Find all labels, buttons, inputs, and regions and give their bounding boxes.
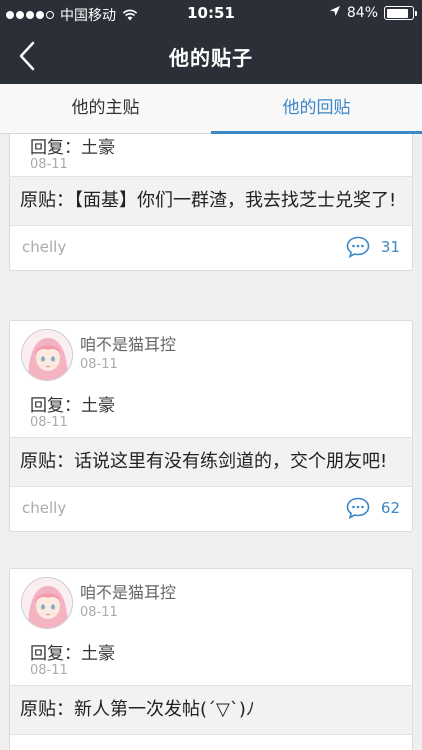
battery-percent: 84% [346,5,378,21]
reply-card[interactable]: 咱不是猫耳控 08-11 回复：土豪 08-11 原贴：新人第一次发帖(´▽`)… [9,568,413,750]
avatar[interactable] [21,577,73,629]
card-header: 咱不是猫耳控 08-11 [10,321,412,385]
reply-card[interactable]: 咱不是猫耳控 08-11 回复：土豪 08-11 原贴：话说这里有没有练剑道的，… [9,320,413,532]
forum-name[interactable]: chelly [22,499,66,517]
nav-bar: 他的贴子 [0,28,422,84]
reply-date: 08-11 [30,415,68,430]
original-post-quote[interactable]: 原贴：话说这里有没有练剑道的，交个朋友吧! [10,437,412,487]
reply-block: 回复：土豪 08-11 [10,633,412,685]
reply-date: 08-11 [30,663,68,678]
page-title: 他的贴子 [169,46,253,70]
post-date: 08-11 [80,357,118,372]
card-footer: chelly 62 [10,487,412,531]
tab-bar: 他的主贴 他的回贴 [0,84,422,134]
post-feed[interactable]: 回复：土豪 08-11 原贴：【面基】你们一群渣，我去找芝士兑奖了! chell… [0,134,422,750]
comment-icon[interactable] [346,497,370,519]
tab-main-posts[interactable]: 他的主贴 [0,84,211,133]
battery-icon [384,6,417,20]
tab-replies[interactable]: 他的回贴 [211,84,422,134]
original-post-quote[interactable]: 原贴：新人第一次发帖(´▽`)ﾉ [10,685,412,735]
post-date: 08-11 [80,605,118,620]
battery-fill [386,8,408,18]
comment-icon[interactable] [346,236,370,258]
original-post-quote[interactable]: 原贴：【面基】你们一群渣，我去找芝士兑奖了! [10,176,412,226]
reply-date: 08-11 [30,157,68,172]
reply-text: 回复：土豪 [30,644,115,664]
username[interactable]: 咱不是猫耳控 [80,331,176,355]
reply-text: 回复：土豪 [30,396,115,416]
username[interactable]: 咱不是猫耳控 [80,579,176,603]
avatar[interactable] [21,329,73,381]
comment-count[interactable]: 62 [381,499,400,517]
card-header: 咱不是猫耳控 08-11 [10,569,412,633]
card-footer: chelly 31 [10,226,412,270]
reply-text: 回复：土豪 [30,138,115,158]
location-arrow-icon [329,5,341,21]
reply-block: 回复：土豪 08-11 [10,134,412,172]
status-right: 84% [329,5,417,21]
reply-block: 回复：土豪 08-11 [10,385,412,437]
forum-name[interactable]: chelly [22,238,66,256]
status-bar: 中国移动 10:51 84% [0,0,422,28]
reply-card[interactable]: 回复：土豪 08-11 原贴：【面基】你们一群渣，我去找芝士兑奖了! chell… [9,134,413,271]
comment-count[interactable]: 31 [381,238,400,256]
